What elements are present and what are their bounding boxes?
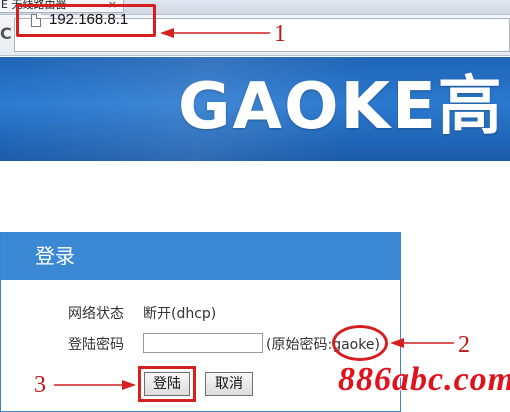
arrow-2: [390, 338, 454, 348]
annotation-number-2: 2: [458, 332, 470, 358]
default-password-highlight: [332, 325, 388, 361]
annotation-number-3: 3: [34, 372, 46, 398]
password-label: 登陆密码: [68, 337, 124, 353]
brand-banner: GAOKE高: [0, 57, 510, 161]
brand-logo-text: GAOKE高: [178, 70, 504, 144]
password-hint-prefix: (原始密码:: [266, 337, 333, 353]
network-status-value: 断开(dhcp): [143, 306, 217, 322]
url-highlight-box: 192.168.8.1: [16, 4, 156, 37]
page-icon: [31, 14, 41, 27]
password-input[interactable]: [143, 333, 263, 353]
arrow-3: [54, 380, 136, 390]
network-status-label: 网络状态: [68, 306, 124, 322]
login-header: 登录: [1, 233, 400, 280]
login-title: 登录: [35, 244, 75, 268]
cancel-button[interactable]: 取消: [205, 372, 253, 396]
arrow-1: [160, 28, 270, 38]
url-text[interactable]: 192.168.8.1: [49, 10, 128, 30]
login-button[interactable]: 登陆: [144, 372, 190, 396]
site-watermark: 886abc.com: [338, 361, 510, 398]
reload-icon[interactable]: C: [0, 25, 14, 43]
annotation-number-1: 1: [274, 21, 286, 47]
